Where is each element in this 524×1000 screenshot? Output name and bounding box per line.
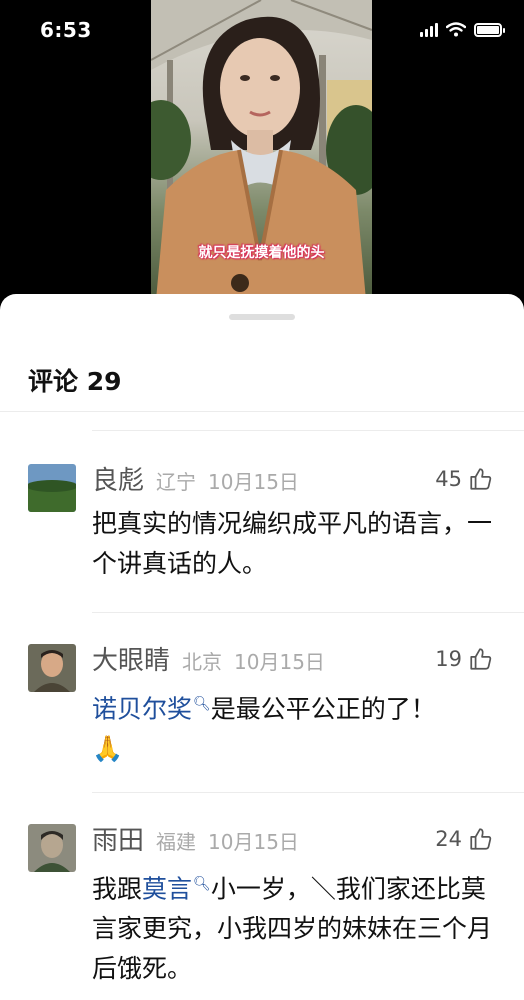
avatar[interactable]: [28, 464, 76, 512]
avatar-image: [28, 824, 76, 872]
comment-username[interactable]: 雨田: [92, 820, 144, 857]
sheet-grab-handle[interactable]: [229, 314, 295, 320]
comment-text-before: 我跟: [92, 874, 143, 904]
search-link[interactable]: 莫言: [142, 874, 192, 903]
like-count: 19: [435, 647, 462, 671]
like-count: 24: [435, 827, 462, 851]
like-button[interactable]: 19: [435, 646, 494, 672]
status-bar: 6:53: [0, 0, 524, 64]
avatar-image: [28, 644, 76, 692]
search-icon[interactable]: 🔍︎: [193, 876, 211, 892]
comment-text-after: 是最公平公正的了！: [210, 694, 436, 724]
thumbs-up-icon: [470, 468, 492, 490]
comment-location: 辽宁: [156, 470, 197, 494]
comments-title: 评论 29: [28, 367, 122, 396]
comments-sheet: 评论 29 良彪 辽宁 10月15日 45 把真实的情况编织成平凡的语言，一个讲…: [0, 294, 524, 1000]
comment-meta: 大眼睛 北京 10月15日: [92, 640, 325, 676]
wifi-icon: [446, 22, 466, 37]
status-time: 6:53: [40, 18, 92, 42]
cellular-signal-icon: [420, 22, 438, 37]
video-area[interactable]: 就只是抚摸着他的头 6:53: [0, 0, 524, 300]
comment-location: 福建: [156, 830, 197, 854]
video-subtitle: 就只是抚摸着他的头: [198, 245, 325, 261]
comment-username[interactable]: 大眼睛: [92, 640, 170, 677]
comment-username[interactable]: 良彪: [92, 460, 144, 497]
search-link[interactable]: 诺贝尔奖: [92, 694, 192, 723]
comment-meta: 良彪 辽宁 10月15日: [92, 460, 299, 496]
avatar[interactable]: [28, 824, 76, 872]
comment-divider: [92, 792, 524, 793]
comment-location: 北京: [182, 650, 223, 674]
comment-text: 把真实的情况编织成平凡的语言，一个讲真话的人。: [92, 509, 493, 578]
comment-divider: [92, 612, 524, 613]
like-button[interactable]: 24: [435, 826, 494, 852]
comment-text: 诺贝尔奖🔍︎是最公平公正的了！ 🙏: [92, 684, 492, 769]
comment-meta: 雨田 福建 10月15日: [92, 820, 299, 856]
search-icon[interactable]: 🔍︎: [193, 696, 211, 712]
comment-date: 10月15日: [234, 650, 325, 674]
comment-date: 10月15日: [208, 470, 299, 494]
header-divider: [0, 411, 524, 412]
thumbs-up-icon: [470, 648, 492, 670]
comment-text: 我跟莫言🔍︎小一岁，＼我们家还比莫言家更究，小我四岁的妹妹在三个月后饿死。: [92, 864, 492, 989]
thumbs-up-icon: [470, 828, 492, 850]
comment-divider: [92, 430, 524, 431]
status-icons: [420, 22, 505, 37]
battery-icon: [474, 22, 505, 37]
avatar-image: [28, 464, 76, 512]
like-button[interactable]: 45: [435, 466, 494, 492]
avatar[interactable]: [28, 644, 76, 692]
like-count: 45: [435, 467, 462, 491]
comment-date: 10月15日: [208, 830, 299, 854]
praying-hands-emoji: 🙏: [92, 734, 124, 764]
